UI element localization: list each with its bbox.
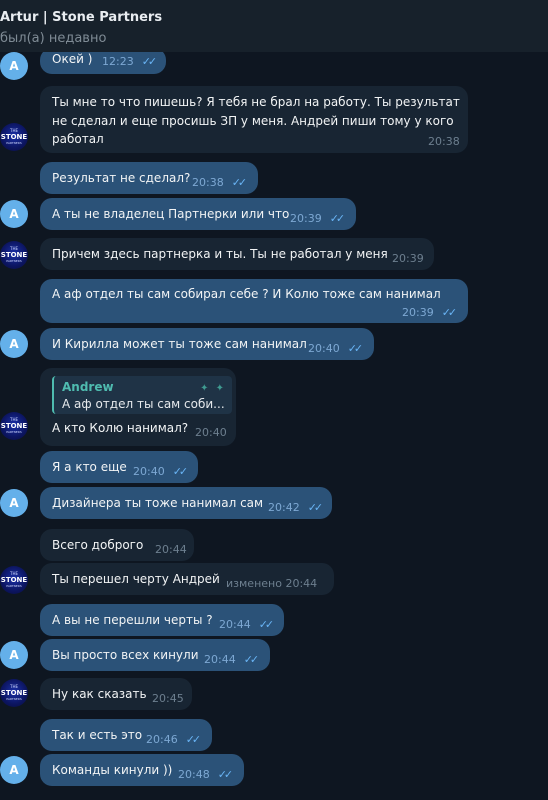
message-bubble-outgoing[interactable]: А аф отдел ты сам собирал себе ? И Колю … <box>40 279 468 323</box>
message-time: 20:39 <box>402 306 434 319</box>
double-check-icon: ✓✓ <box>231 176 248 189</box>
message-time: 20:44 <box>204 653 236 666</box>
double-check-icon: ✓✓ <box>329 212 346 225</box>
message-time: 20:40 <box>195 426 227 439</box>
avatar[interactable]: A <box>0 52 28 80</box>
message-time: 20:42 <box>268 501 300 514</box>
message-bubble-outgoing[interactable]: Так и есть это 20:46 ✓✓ <box>40 719 212 751</box>
double-check-icon: ✓✓ <box>172 465 189 478</box>
stone-partners-logo-avatar[interactable]: THE STONE PARTNERS <box>0 566 28 594</box>
double-check-icon: ✓✓ <box>141 55 158 68</box>
message-text: А ты не владелец Партнерки или что <box>52 207 290 221</box>
message-bubble-outgoing[interactable]: Результат не сделал? 20:38 ✓✓ <box>40 162 258 194</box>
message-text: А аф отдел ты сам собирал себе ? И Колю … <box>52 287 441 301</box>
double-check-icon: ✓✓ <box>217 768 234 781</box>
message-text: И Кирилла может ты тоже сам нанимал <box>52 337 307 351</box>
message-time: 20:46 <box>146 733 178 746</box>
double-check-icon: ✓✓ <box>243 653 260 666</box>
message-text: Ты перешел черту Андрей <box>52 572 220 586</box>
message-time: 20:38 <box>192 176 224 189</box>
message-text: А кто Колю нанимал? <box>52 421 189 435</box>
message-bubble-outgoing[interactable]: И Кирилла может ты тоже сам нанимал 20:4… <box>40 328 374 360</box>
avatar[interactable]: A <box>0 330 28 358</box>
message-bubble-incoming[interactable]: Ты перешел черту Андрей изменено 20:44 <box>40 563 334 595</box>
message-text: Вы просто всех кинули <box>52 648 199 662</box>
stone-partners-logo-avatar[interactable]: THE STONE PARTNERS <box>0 241 28 269</box>
message-time: 20:44 <box>155 543 187 556</box>
message-bubble-incoming[interactable]: Причем здесь партнерка и ты. Ты не работ… <box>40 238 434 270</box>
message-text: Причем здесь партнерка и ты. Ты не работ… <box>52 247 388 261</box>
double-check-icon: ✓✓ <box>347 342 364 355</box>
message-bubble-incoming[interactable]: Andrew А аф отдел ты сам соби... ✦ ✦ А к… <box>40 368 236 446</box>
message-time: 20:39 <box>290 212 322 225</box>
double-check-icon: ✓✓ <box>441 306 458 319</box>
stone-partners-logo-avatar[interactable]: THE STONE PARTNERS <box>0 679 28 707</box>
double-check-icon: ✓✓ <box>185 733 202 746</box>
message-time: 20:44 <box>285 577 318 590</box>
message-time: 20:38 <box>428 135 460 148</box>
stone-partners-logo-avatar[interactable]: THE STONE PARTNERS <box>0 123 28 151</box>
avatar[interactable]: A <box>0 641 28 669</box>
message-text: Всего доброго <box>52 538 144 552</box>
message-text: А вы не перешли черты ? <box>52 613 213 627</box>
message-bubble-outgoing[interactable]: Дизайнера ты тоже нанимал сам 20:42 ✓✓ <box>40 487 332 519</box>
message-time: 20:39 <box>392 252 424 265</box>
message-bubble-outgoing[interactable]: Вы просто всех кинули 20:44 ✓✓ <box>40 639 270 671</box>
message-text: Дизайнера ты тоже нанимал сам <box>52 496 264 510</box>
last-seen-status: был(а) недавно <box>0 31 107 46</box>
message-time: 20:45 <box>152 692 184 705</box>
message-bubble-outgoing[interactable]: Окей ) 12:23 ✓✓ <box>40 52 166 74</box>
message-time: 20:48 <box>178 768 210 781</box>
double-check-icon: ✓✓ <box>307 501 324 514</box>
message-text: Я а кто еще <box>52 460 127 474</box>
message-bubble-outgoing[interactable]: А ты не владелец Партнерки или что 20:39… <box>40 198 356 230</box>
message-text: Окей ) <box>52 52 93 66</box>
message-bubble-outgoing[interactable]: Я а кто еще 20:40 ✓✓ <box>40 451 198 483</box>
reply-author: Andrew <box>62 380 114 394</box>
message-text-line: не сделал и еще просишь ЗП у меня. Андре… <box>52 114 454 128</box>
message-time: 20:44 <box>219 618 251 631</box>
message-text: Так и есть это <box>52 728 143 742</box>
message-text: Ну как сказать <box>52 687 147 701</box>
reply-pattern-icon: ✦ ✦ <box>200 383 226 394</box>
edited-label: изменено <box>226 577 282 590</box>
message-bubble-incoming[interactable]: Всего доброго 20:44 <box>40 529 194 561</box>
message-bubble-incoming[interactable]: Ну как сказать 20:45 <box>40 678 192 710</box>
message-time: 12:23 <box>102 55 134 68</box>
message-bubble-outgoing[interactable]: Команды кинули )) 20:48 ✓✓ <box>40 754 244 786</box>
reply-quote[interactable]: Andrew А аф отдел ты сам соби... ✦ ✦ <box>52 376 232 414</box>
message-bubble-outgoing[interactable]: А вы не перешли черты ? 20:44 ✓✓ <box>40 604 284 636</box>
avatar[interactable]: A <box>0 756 28 784</box>
message-text: Результат не сделал? <box>52 171 191 185</box>
message-text-line: Ты мне то что пишешь? Я тебя не брал на … <box>52 95 460 109</box>
message-list[interactable]: A Окей ) 12:23 ✓✓ Ты мне то что пишешь? Я… <box>0 52 548 800</box>
message-text: Команды кинули )) <box>52 763 173 777</box>
message-text-line: работал <box>52 132 104 146</box>
message-time: 20:40 <box>308 342 340 355</box>
message-time: 20:40 <box>133 465 165 478</box>
avatar[interactable]: A <box>0 489 28 517</box>
double-check-icon: ✓✓ <box>258 618 275 631</box>
stone-partners-logo-avatar[interactable]: THE STONE PARTNERS <box>0 412 28 440</box>
chat-title: Artur | Stone Partners <box>0 10 163 25</box>
chat-header[interactable]: Artur | Stone Partners был(а) недавно <box>0 0 548 52</box>
avatar[interactable]: A <box>0 200 28 228</box>
message-bubble-incoming[interactable]: Ты мне то что пишешь? Я тебя не брал на … <box>40 86 468 153</box>
